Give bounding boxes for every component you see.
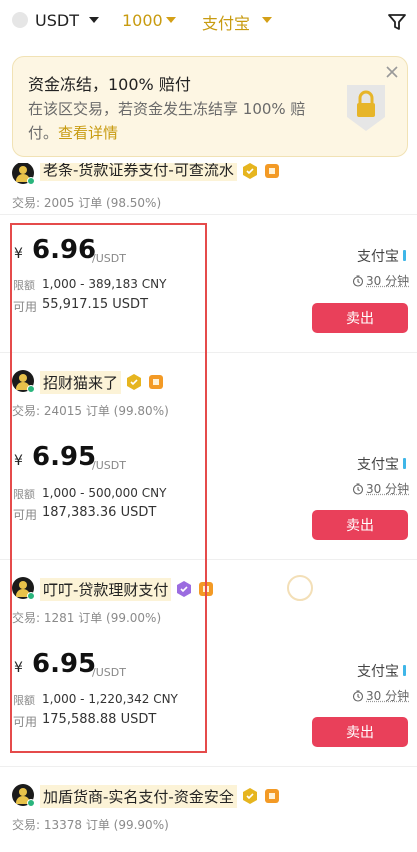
coin-selector[interactable]: USDT xyxy=(35,11,79,30)
payment-method: 支付宝 xyxy=(357,457,399,473)
trade-stats: 交易: 2005 订单 (98.50%) xyxy=(12,196,162,210)
merchant-header-partial[interactable]: 老条-货款证券支付-可查流水 xyxy=(12,163,281,185)
alipay-indicator-icon xyxy=(403,458,406,469)
merchant-orange-badge-icon xyxy=(264,164,279,178)
divider xyxy=(0,214,417,215)
banner-details-link[interactable]: 查看详情 xyxy=(58,124,118,142)
timer-icon xyxy=(352,274,364,287)
banner-title: 资金冻结，100% 赔付 xyxy=(28,75,191,94)
coin-dropdown-icon[interactable] xyxy=(89,17,99,23)
guarantee-banner: 资金冻结，100% 赔付 在该区交易，若资金发生冻结享 100% 赔付。查看详情 xyxy=(12,56,408,157)
divider xyxy=(0,766,417,767)
payment-method: 支付宝 xyxy=(357,664,399,680)
avatar xyxy=(12,163,36,185)
trade-stats: 交易: 13378 订单 (99.90%) xyxy=(12,818,169,832)
payment-time-limit: 30 分钟 xyxy=(352,480,409,497)
timer-icon xyxy=(352,689,364,702)
merchant-orange-badge-icon xyxy=(264,789,279,803)
merchant-header[interactable]: 加盾货商-实名支付-资金安全 xyxy=(12,784,281,808)
payment-dropdown-icon[interactable] xyxy=(262,17,272,23)
verified-gold-badge-icon xyxy=(242,163,257,179)
timer-icon xyxy=(352,482,364,495)
time-value: 30 分钟 xyxy=(366,482,410,496)
time-value: 30 分钟 xyxy=(366,274,410,288)
highlight-annotation xyxy=(10,223,207,753)
payment-time-limit: 30 分钟 xyxy=(352,687,409,704)
filter-bar: USDT 1000 支付宝 xyxy=(0,0,417,44)
coin-icon[interactable] xyxy=(12,12,28,28)
filter-icon[interactable] xyxy=(387,12,407,32)
alipay-indicator-icon xyxy=(403,250,406,261)
alipay-indicator-icon xyxy=(403,665,406,676)
merchant-name[interactable]: 老条-货款证券支付-可查流水 xyxy=(40,163,237,181)
payment-method: 支付宝 xyxy=(357,249,399,265)
payment-time-limit: 30 分钟 xyxy=(352,272,409,289)
sell-button[interactable]: 卖出 xyxy=(312,510,408,540)
merchant-name[interactable]: 加盾货商-实名支付-资金安全 xyxy=(40,784,237,808)
sell-button[interactable]: 卖出 xyxy=(312,717,408,747)
amount-selector[interactable]: 1000 xyxy=(122,11,163,30)
online-indicator xyxy=(27,799,35,807)
banner-text: 在该区交易，若资金发生冻结享 100% 赔付。查看详情 xyxy=(28,97,333,145)
avatar xyxy=(12,784,36,808)
sell-button[interactable]: 卖出 xyxy=(312,303,408,333)
loading-spinner-icon xyxy=(287,575,313,601)
time-value: 30 分钟 xyxy=(366,689,410,703)
verified-gold-badge-icon xyxy=(242,788,257,804)
online-indicator xyxy=(27,177,35,185)
payment-selector[interactable]: 支付宝 xyxy=(202,10,250,34)
close-icon[interactable] xyxy=(385,65,399,79)
lock-shield-icon xyxy=(347,85,385,131)
amount-dropdown-icon[interactable] xyxy=(166,17,176,23)
